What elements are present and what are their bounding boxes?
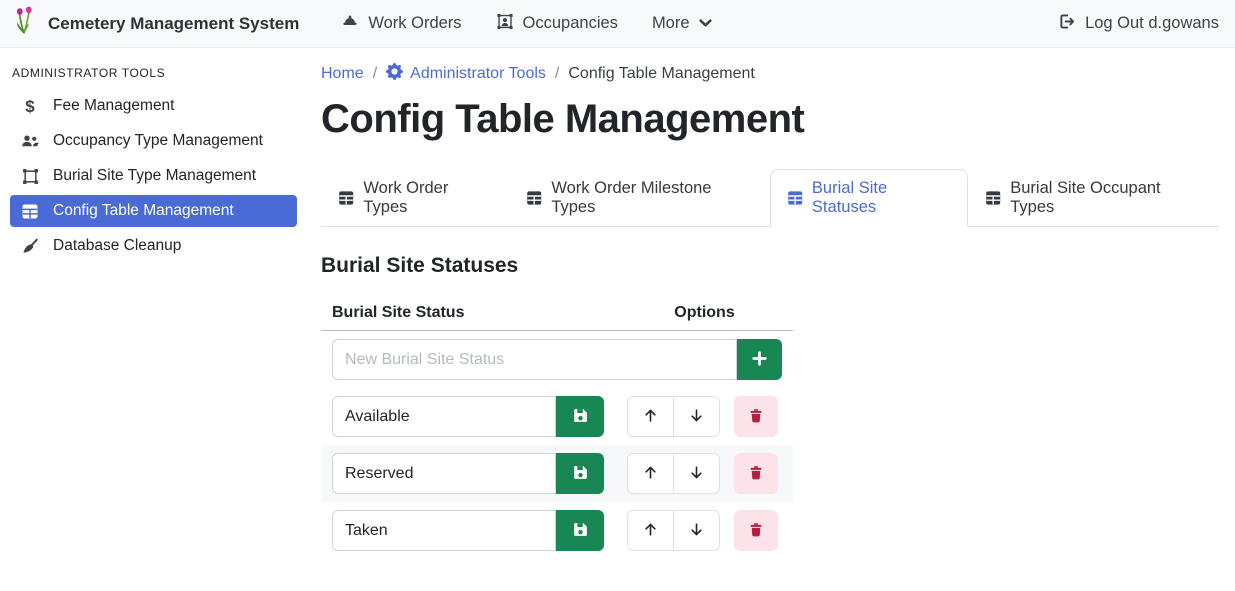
status-input[interactable] (332, 396, 556, 437)
new-status-input[interactable] (332, 339, 737, 380)
table-icon (787, 190, 803, 206)
move-up-button[interactable] (627, 396, 674, 437)
reorder-button-group (627, 453, 720, 494)
sidebar-item-label: Fee Management (53, 97, 175, 115)
breadcrumb-current: Config Table Management (568, 65, 755, 83)
dollar-icon: $ (20, 98, 40, 115)
main-content: Home / Administrator Tools / Config Tabl… (310, 48, 1235, 591)
tulip-logo-icon (12, 6, 38, 41)
tab-work-order-milestone-types[interactable]: Work Order Milestone Types (509, 169, 770, 227)
column-header-options: Options (616, 296, 793, 330)
nav-label: Occupancies (523, 14, 618, 33)
chevron-down-icon (699, 14, 712, 33)
sidebar-item-label: Occupancy Type Management (53, 132, 263, 150)
vector-square-icon (20, 168, 40, 185)
column-header-burial-site-status: Burial Site Status (321, 296, 616, 330)
top-navbar: Cemetery Management System Work Orders (0, 0, 1235, 48)
delete-status-button[interactable] (734, 396, 778, 437)
arrow-down-icon (688, 464, 705, 484)
breadcrumb-separator: / (373, 65, 377, 83)
gear-icon (386, 63, 403, 85)
save-status-button[interactable] (556, 510, 604, 551)
section-heading: Burial Site Statuses (321, 254, 1219, 278)
status-row-reserved (321, 445, 793, 502)
nav-more[interactable]: More (652, 14, 712, 33)
sidebar-heading: ADMINISTRATOR TOOLS (0, 52, 310, 90)
table-icon (985, 190, 1001, 206)
broom-icon (20, 238, 40, 255)
sidebar-item-burial-site-type-management[interactable]: Burial Site Type Management (10, 160, 297, 192)
tab-label: Work Order Types (363, 179, 492, 217)
occupant-frame-icon (496, 13, 514, 35)
table-header-row: Burial Site Status Options (321, 296, 793, 331)
status-row-taken (321, 502, 793, 559)
nav-label: Work Orders (368, 14, 461, 33)
save-status-button[interactable] (556, 396, 604, 437)
sidebar-item-label: Burial Site Type Management (53, 167, 256, 185)
arrow-up-icon (642, 407, 659, 427)
arrow-down-icon (688, 407, 705, 427)
arrow-up-icon (642, 464, 659, 484)
reorder-button-group (627, 510, 720, 551)
delete-status-button[interactable] (734, 453, 778, 494)
table-icon (20, 203, 40, 220)
nav-label: More (652, 14, 690, 33)
sidebar-item-label: Config Table Management (53, 202, 234, 220)
move-up-button[interactable] (627, 453, 674, 494)
nav-work-orders[interactable]: Work Orders (341, 13, 461, 34)
sidebar-item-fee-management[interactable]: $ Fee Management (10, 90, 297, 122)
status-input[interactable] (332, 453, 556, 494)
tab-label: Burial Site Occupant Types (1010, 179, 1202, 217)
status-input[interactable] (332, 510, 556, 551)
logout-link[interactable]: Log Out d.gowans (1058, 13, 1219, 35)
breadcrumb: Home / Administrator Tools / Config Tabl… (321, 63, 1219, 85)
new-status-row (321, 331, 793, 388)
tab-burial-site-statuses[interactable]: Burial Site Statuses (770, 169, 968, 227)
breadcrumb-separator: / (555, 65, 559, 83)
page-title: Config Table Management (321, 95, 1219, 143)
admin-sidebar: ADMINISTRATOR TOOLS $ Fee Management Occ… (0, 48, 310, 591)
add-status-button[interactable] (737, 339, 782, 380)
plus-icon (751, 350, 768, 370)
sidebar-item-label: Database Cleanup (53, 237, 181, 255)
sidebar-item-occupancy-type-management[interactable]: Occupancy Type Management (10, 125, 297, 157)
config-tabs: Work Order Types Work Order Milestone Ty… (321, 169, 1219, 227)
app-brand[interactable]: Cemetery Management System (12, 6, 299, 41)
main-nav: Work Orders Occupancies More (341, 13, 711, 35)
sidebar-item-config-table-management[interactable]: Config Table Management (10, 195, 297, 227)
breadcrumb-administrator-tools[interactable]: Administrator Tools (386, 63, 546, 85)
move-down-button[interactable] (673, 396, 720, 437)
arrow-up-icon (642, 521, 659, 541)
arrow-down-icon (688, 521, 705, 541)
app-title: Cemetery Management System (48, 14, 299, 34)
tab-label: Burial Site Statuses (812, 179, 951, 217)
trash-icon (748, 407, 764, 427)
statuses-table: Burial Site Status Options (321, 296, 793, 559)
move-down-button[interactable] (673, 453, 720, 494)
save-status-button[interactable] (556, 453, 604, 494)
logout-label: Log Out d.gowans (1085, 14, 1219, 33)
nav-occupancies[interactable]: Occupancies (496, 13, 618, 35)
sidebar-item-database-cleanup[interactable]: Database Cleanup (10, 230, 297, 262)
move-up-button[interactable] (627, 510, 674, 551)
status-row-available (321, 388, 793, 445)
delete-status-button[interactable] (734, 510, 778, 551)
breadcrumb-home[interactable]: Home (321, 65, 364, 83)
trash-icon (748, 464, 764, 484)
tab-work-order-types[interactable]: Work Order Types (321, 169, 509, 227)
trash-icon (748, 521, 764, 541)
tab-label: Work Order Milestone Types (551, 179, 752, 217)
reorder-button-group (627, 396, 720, 437)
save-icon (572, 407, 589, 427)
hard-hat-icon (341, 13, 359, 34)
move-down-button[interactable] (673, 510, 720, 551)
table-icon (338, 190, 354, 206)
tab-burial-site-occupant-types[interactable]: Burial Site Occupant Types (968, 169, 1219, 227)
save-icon (572, 464, 589, 484)
table-icon (526, 190, 542, 206)
logout-icon (1058, 13, 1076, 35)
save-icon (572, 521, 589, 541)
users-icon (20, 133, 40, 149)
